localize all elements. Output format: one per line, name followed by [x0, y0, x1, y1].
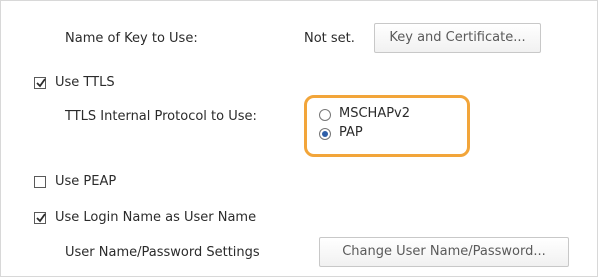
ttls-internal-protocol-label: TTLS Internal Protocol to Use:	[65, 109, 257, 124]
pap-label: PAP	[339, 125, 363, 140]
key-name-label: Name of Key to Use:	[65, 31, 198, 46]
mschapv2-radio[interactable]	[319, 109, 331, 121]
use-login-name-label: Use Login Name as User Name	[55, 210, 257, 225]
settings-panel: Name of Key to Use: Not set. Key and Cer…	[0, 0, 598, 277]
user-password-settings-label: User Name/Password Settings	[65, 245, 260, 260]
radio-selected-dot	[322, 131, 328, 137]
change-user-password-button[interactable]: Change User Name/Password...	[319, 237, 569, 267]
pap-radio[interactable]	[319, 128, 331, 140]
checkmark-icon	[36, 213, 46, 223]
key-and-certificate-button[interactable]: Key and Certificate...	[374, 23, 541, 53]
use-login-name-checkbox[interactable]	[34, 212, 46, 224]
mschapv2-label: MSCHAPv2	[339, 106, 411, 121]
use-peap-checkbox[interactable]	[34, 176, 46, 188]
checkmark-icon	[36, 78, 46, 88]
use-ttls-checkbox[interactable]	[34, 77, 46, 89]
use-peap-label: Use PEAP	[55, 174, 117, 189]
key-name-value: Not set.	[304, 31, 355, 46]
use-ttls-label: Use TTLS	[55, 75, 115, 90]
protocol-highlight-box	[304, 95, 470, 157]
